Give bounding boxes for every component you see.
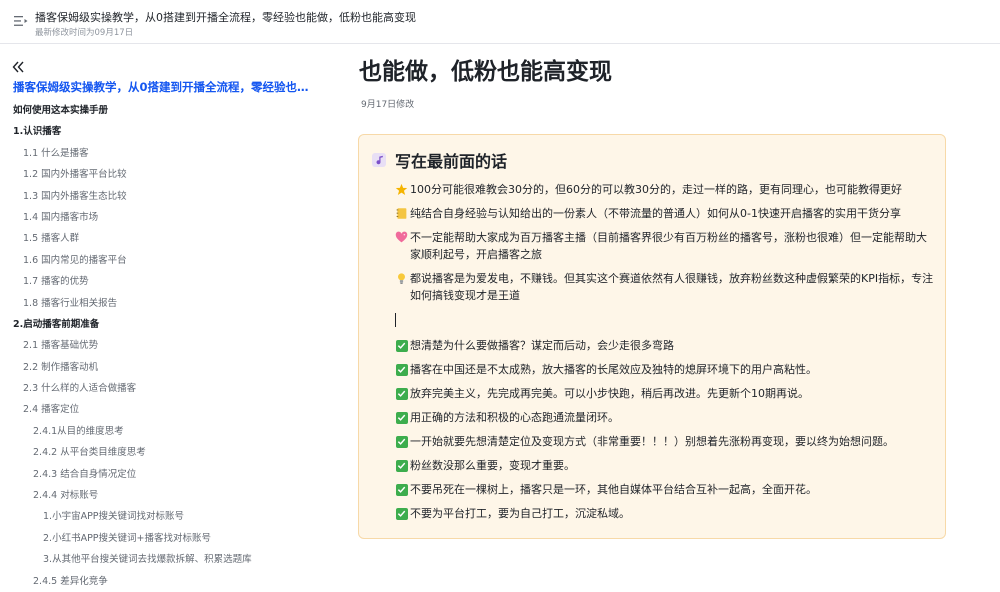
checklist-line: 想清楚为什么要做播客？谋定而后动，会少走很多弯路	[395, 337, 935, 354]
toc-item[interactable]: 1.3 国内外播客生态比较	[0, 186, 330, 207]
checklist-line-text: 放弃完美主义，先完成再完美。可以小步快跑，稍后再改进。先更新个10期再说。	[410, 387, 809, 400]
toc-item[interactable]: 2.4.1从目的维度思考	[0, 421, 330, 442]
toc-item[interactable]: 2.1 播客基础优势	[0, 335, 330, 356]
checklist-line-text: 想清楚为什么要做播客？谋定而后动，会少走很多弯路	[410, 339, 674, 352]
double-chevron-left-icon	[12, 61, 24, 73]
checklist-line: 粉丝数没那么重要，变现才重要。	[395, 457, 935, 474]
modified-date: 9月17日修改	[361, 100, 415, 110]
callout-line: 不一定能帮助大家成为百万播客主播（目前播客界很少有百万粉丝的播客号，涨粉也很难）…	[395, 229, 935, 263]
callout-line-text: 不一定能帮助大家成为百万播客主播（目前播客界很少有百万粉丝的播客号，涨粉也很难）…	[410, 231, 927, 261]
empty-line-with-cursor[interactable]	[395, 311, 935, 329]
checklist-line-text: 一开始就要先想清楚定位及变现方式（非常重要！！！）别想着先涨粉再变现，要以终为始…	[410, 435, 894, 448]
check-mark-icon	[395, 483, 408, 496]
checklist-line-text: 播客在中国还是不太成熟，放大播客的长尾效应及独特的熄屏环境下的用户高粘性。	[410, 363, 817, 376]
checklist-line: 一开始就要先想清楚定位及变现方式（非常重要！！！）别想着先涨粉再变现，要以终为始…	[395, 433, 935, 450]
toc-item[interactable]: 1.8 播客行业相关报告	[0, 293, 330, 314]
toc-list: 如何使用这本实操手册 1.认识播客 1.1 什么是播客 1.2 国内外播客平台比较 1.…	[0, 100, 330, 592]
checklist-line: 不要吊死在一棵树上，播客只是一环，其他自媒体平台结合互补一起高，全面开花。	[395, 481, 935, 498]
collapse-sidebar-button[interactable]	[11, 59, 25, 73]
callout-title: 写在最前面的话	[395, 152, 508, 171]
lightbulb-icon	[395, 272, 408, 285]
callout-line: 100分可能很难教会30分的，但60分的可以教30分的，走过一样的路，更有同理心…	[395, 181, 935, 198]
check-mark-icon	[395, 411, 408, 424]
toc-document-title[interactable]: 播客保姆级实操教学，从0搭建到开播全流程，零经验也能做...	[13, 79, 313, 95]
toc-item[interactable]: 如何使用这本实操手册	[0, 100, 330, 121]
callout-header: 写在最前面的话	[371, 148, 507, 172]
toc-item[interactable]: 2.4 播客定位	[0, 399, 330, 420]
callout-line-text: 100分可能很难教会30分的，但60分的可以教30分的，走过一样的路，更有同理心…	[410, 183, 902, 196]
heart-icon	[395, 231, 408, 244]
callout-body[interactable]: 100分可能很难教会30分的，但60分的可以教30分的，走过一样的路，更有同理心…	[395, 181, 935, 529]
last-modified-info: 最新修改时间为09月17日	[35, 28, 134, 38]
checklist-line-text: 不要为平台打工，要为自己打工，沉淀私域。	[410, 507, 630, 520]
check-mark-icon	[395, 363, 408, 376]
toc-item[interactable]: 2.2 制作播客动机	[0, 357, 330, 378]
checklist-line: 不要为平台打工，要为自己打工，沉淀私域。	[395, 505, 935, 522]
doc-header: 播客保姆级实操教学，从0搭建到开播全流程，零经验也能做，低粉也能高变现 最新修改…	[0, 0, 1000, 44]
notebook-icon	[395, 207, 408, 220]
callout-line: 纯结合自身经验与认知给出的一份素人（不带流量的普通人）如何从0-1快速开启播客的…	[395, 205, 935, 222]
document-content: 也能做，低粉也能高变现 9月17日修改 写在最前面的话 100分可能很难教会30…	[330, 44, 1000, 592]
text-cursor	[395, 313, 396, 327]
music-note-icon	[372, 153, 386, 167]
toc-sidebar: 播客保姆级实操教学，从0搭建到开播全流程，零经验也能做... 如何使用这本实操手…	[0, 44, 330, 592]
toc-item[interactable]: 1.小宇宙APP搜关键词找对标账号	[0, 506, 330, 527]
toc-item[interactable]: 2.4.2 从平台类目维度思考	[0, 442, 330, 463]
toc-item[interactable]: 1.2 国内外播客平台比较	[0, 164, 330, 185]
toc-item[interactable]: 2.4.3 结合自身情况定位	[0, 464, 330, 485]
callout-line: 都说播客是为爱发电，不赚钱。但其实这个赛道依然有人很赚钱，放弃粉丝数这种虚假繁荣…	[395, 270, 935, 304]
toc-item[interactable]: 3.从其他平台搜关键词去找爆款拆解、积累选题库	[0, 549, 330, 570]
check-mark-icon	[395, 435, 408, 448]
callout-line-text: 纯结合自身经验与认知给出的一份素人（不带流量的普通人）如何从0-1快速开启播客的…	[410, 207, 901, 220]
check-mark-icon	[395, 459, 408, 472]
star-icon	[395, 183, 408, 196]
callout-line-text: 都说播客是为爱发电，不赚钱。但其实这个赛道依然有人很赚钱，放弃粉丝数这种虚假繁荣…	[410, 272, 934, 302]
checklist-line-text: 不要吊死在一棵树上，播客只是一环，其他自媒体平台结合互补一起高，全面开花。	[410, 483, 817, 496]
toc-item[interactable]: 2.4.5 差异化竞争	[0, 571, 330, 592]
checklist-line: 用正确的方法和积极的心态跑通流量闭环。	[395, 409, 935, 426]
toc-item[interactable]: 1.5 播客人群	[0, 228, 330, 249]
check-mark-icon	[395, 339, 408, 352]
toc-item[interactable]: 2.3 什么样的人适合做播客	[0, 378, 330, 399]
callout-block[interactable]: 写在最前面的话 100分可能很难教会30分的，但60分的可以教30分的，走过一样…	[358, 134, 946, 539]
check-mark-icon	[395, 387, 408, 400]
toc-item[interactable]: 1.1 什么是播客	[0, 143, 330, 164]
page-title: 也能做，低粉也能高变现	[359, 59, 612, 85]
toc-item[interactable]: 2.启动播客前期准备	[0, 314, 330, 335]
check-mark-icon	[395, 507, 408, 520]
document-title: 播客保姆级实操教学，从0搭建到开播全流程，零经验也能做，低粉也能高变现	[35, 11, 416, 24]
checklist-line: 放弃完美主义，先完成再完美。可以小步快跑，稍后再改进。先更新个10期再说。	[395, 385, 935, 402]
toc-item[interactable]: 1.7 播客的优势	[0, 271, 330, 292]
toc-item[interactable]: 2.小红书APP搜关键词+播客找对标账号	[0, 528, 330, 549]
checklist-line: 播客在中国还是不太成熟，放大播客的长尾效应及独特的熄屏环境下的用户高粘性。	[395, 361, 935, 378]
toc-item[interactable]: 1.认识播客	[0, 121, 330, 142]
list-menu-icon	[14, 16, 28, 26]
toc-item[interactable]: 1.6 国内常见的播客平台	[0, 250, 330, 271]
outline-menu-button[interactable]	[13, 13, 29, 29]
checklist-line-text: 用正确的方法和积极的心态跑通流量闭环。	[410, 411, 619, 424]
toc-item[interactable]: 2.4.4 对标账号	[0, 485, 330, 506]
toc-item[interactable]: 1.4 国内播客市场	[0, 207, 330, 228]
checklist-line-text: 粉丝数没那么重要，变现才重要。	[410, 459, 575, 472]
